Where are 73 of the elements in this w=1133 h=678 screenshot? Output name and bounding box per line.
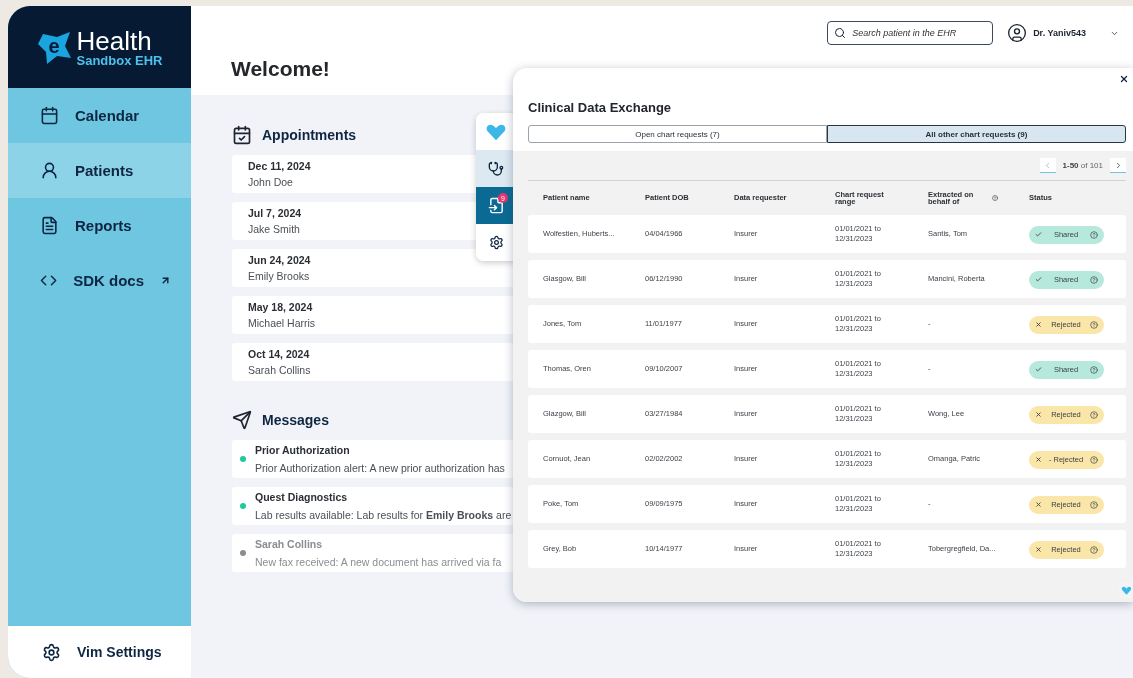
appointment-date: Oct 14, 2024 — [248, 348, 310, 360]
appointment-date: Dec 11, 2024 — [248, 160, 311, 172]
logo: e Health Sandbox EHR — [8, 6, 191, 88]
page-range: 1-50 of 101 — [1062, 161, 1103, 170]
patient-name: Sarah Collins — [248, 364, 311, 376]
message-preview: Lab results available: Lab results for Emily Brooks are — [255, 509, 512, 521]
section-title: Messages — [262, 412, 329, 428]
tab[interactable]: All other chart requests (9) — [827, 125, 1126, 143]
panel-button[interactable] — [476, 224, 516, 261]
sidebar-item[interactable]: Reports — [8, 198, 191, 253]
page-title: Welcome! — [231, 57, 330, 81]
help-icon — [1090, 410, 1098, 419]
close-icon — [1119, 74, 1129, 84]
modal-title: Clinical Data Exchange — [528, 100, 673, 115]
patient-name: John Doe — [248, 176, 293, 188]
sidebar-item[interactable]: Patients — [8, 143, 191, 198]
message-sender: Quest Diagnostics — [255, 491, 348, 503]
sidebar-item[interactable]: SDK docs — [8, 253, 191, 308]
appointment-date: Jun 24, 2024 — [248, 254, 311, 266]
x-icon — [1035, 546, 1042, 554]
appointment-card[interactable]: May 18, 2024 Michael Harris — [232, 296, 516, 334]
appointment-card[interactable]: Jun 24, 2024 Emily Brooks — [232, 249, 516, 287]
document-icon — [40, 216, 59, 235]
x-icon — [1035, 456, 1042, 464]
close-button[interactable] — [1119, 74, 1129, 84]
previous-page-button[interactable] — [1039, 158, 1056, 173]
x-icon — [1035, 321, 1042, 329]
message-card[interactable]: Quest Diagnostics Lab results available: Lab results for Emily Brooks are — [232, 487, 516, 525]
x-icon — [1035, 411, 1042, 419]
message-sender: Sarah Collins — [255, 538, 323, 550]
help-icon — [1090, 365, 1098, 374]
calendar-icon — [40, 106, 59, 125]
help-icon — [1090, 230, 1098, 239]
search-icon — [834, 27, 847, 39]
search-field[interactable]: Search patient in the EHR — [827, 21, 994, 45]
help-icon — [1090, 455, 1098, 464]
heart-icon — [1120, 584, 1132, 596]
appointment-date: May 18, 2024 — [248, 301, 313, 313]
message-preview: New fax received: A new document has arrived via fa — [255, 556, 502, 568]
check-icon — [1035, 366, 1042, 374]
check-icon — [1035, 231, 1042, 239]
help-icon — [1090, 545, 1098, 554]
help-icon — [1090, 320, 1098, 329]
paper-plane-icon — [232, 410, 252, 430]
help-icon — [1090, 500, 1098, 509]
x-icon — [1035, 501, 1042, 509]
settings-icon — [42, 642, 61, 662]
help-icon — [991, 194, 998, 202]
settings-icon — [488, 235, 504, 250]
user-icon — [1007, 23, 1028, 43]
help-icon — [1090, 275, 1098, 284]
sidebar-item[interactable]: Calendar — [8, 88, 191, 143]
next-page-button[interactable] — [1110, 158, 1126, 173]
calendar-check-icon — [232, 125, 252, 145]
message-sender: Prior Authorization — [255, 444, 350, 456]
settings-button[interactable]: Vim Settings — [8, 626, 191, 678]
user-menu[interactable]: Dr. Yaniv543 — [1007, 23, 1119, 43]
patient-name: Emily Brooks — [248, 270, 310, 282]
message-card[interactable]: Sarah Collins New fax received: A new document has arrived via fa — [232, 534, 516, 572]
panel-button[interactable] — [476, 150, 516, 187]
tab[interactable]: Open chart requests (7) — [528, 125, 827, 143]
stethoscope-icon — [488, 160, 504, 177]
document-transfer-icon — [487, 197, 505, 214]
patient-name: Michael Harris — [248, 317, 316, 329]
chevron-left-icon — [1043, 160, 1052, 170]
check-icon — [1035, 276, 1042, 284]
message-preview: Prior Authorization alert: A new prior authorization has — [255, 462, 505, 474]
appointment-card[interactable]: Oct 14, 2024 Sarah Collins — [232, 343, 516, 381]
person-icon — [40, 161, 59, 180]
section-title: Appointments — [262, 127, 357, 143]
patient-name: Jake Smith — [248, 223, 300, 235]
message-card[interactable]: Prior Authorization Prior Authorization alert: A new prior authorization has — [232, 440, 516, 478]
appointment-date: Jul 7, 2024 — [248, 207, 302, 219]
